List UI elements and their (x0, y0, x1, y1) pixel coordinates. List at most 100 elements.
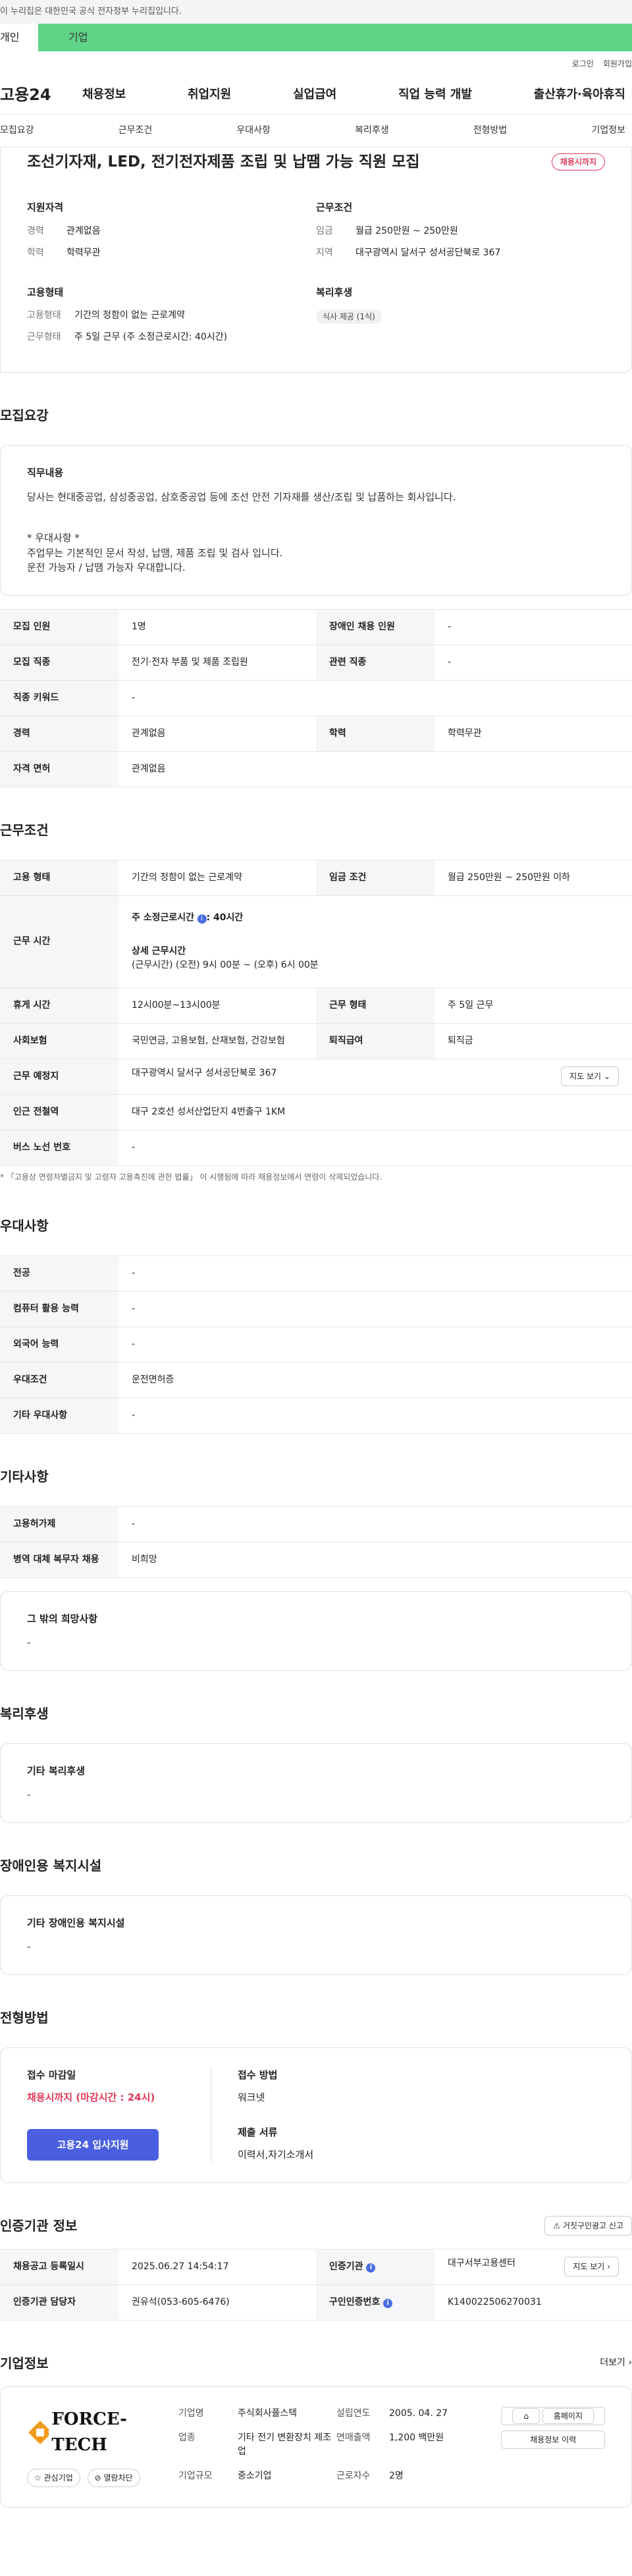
tab-recruit[interactable]: 모집요강 (0, 124, 34, 138)
corp-info: 기업명 주식회사플스텍 설립연도 2005. 04. 27 업종 기타 전기 변환장치 … (178, 2407, 448, 2481)
table-cell: - (118, 1291, 632, 1327)
duty-heading: 직무내용 (27, 467, 64, 479)
table-header: 장애인 채용 인원 (316, 609, 434, 645)
alert-icon: ⚠ (553, 2221, 561, 2230)
gov-banner: 이 누리집은 대한민국 공식 전자정부 누리집입니다. (0, 0, 632, 24)
info-icon[interactable]: i (383, 2298, 393, 2308)
table-row: 모집 직종 전기·전자 부품 및 제품 조립원 관련 직종 - (0, 644, 632, 681)
block-button[interactable]: ⊘ 열람차단 (87, 2468, 140, 2487)
report-button[interactable]: ⚠ 거짓구인광고 신고 (544, 2215, 632, 2236)
table-header: 외국어 능력 (0, 1327, 118, 1363)
hours-detail: (근무시간) (오전) 9시 00분 ~ (오후) 6시 00분 (132, 959, 319, 970)
table-header: 모집 인원 (0, 609, 118, 645)
table-row: 버스 노선 번호 - (0, 1130, 632, 1166)
nav-leave[interactable]: 출산휴가·육아휴직 (534, 86, 625, 103)
table-cell: - (434, 609, 632, 645)
map-button[interactable]: 지도 보기 ⌄ (561, 1066, 619, 1086)
deadline-value: 채용시까지 (마감시간 : 24시) (27, 2091, 155, 2103)
signup-link[interactable]: 회원가입 (603, 58, 632, 75)
qual-value: 학력무관 (66, 247, 101, 258)
detail-button[interactable]: 지도 보기 › (564, 2257, 619, 2276)
nav-unemployment[interactable]: 실업급여 (293, 86, 336, 103)
welfare-heading: 복리후생 (316, 286, 353, 298)
nav-jobs[interactable]: 채용정보 (82, 86, 126, 103)
table-cell: 대구 2호선 성서산업단지 4번출구 1KM (118, 1094, 632, 1130)
docs-value: 이력서,자기소개서 (238, 2149, 314, 2161)
table-cell: 권유석(053-605-6476) (118, 2284, 316, 2321)
table-cell: 12시00분~13시00분 (118, 987, 316, 1024)
login-link[interactable]: 로그인 (572, 58, 594, 75)
table-cell: - (434, 644, 632, 681)
duty-box: 직무내용 당사는 현대중공업, 삼성중공업, 삼호중공업 등에 조선 안전 기자… (0, 445, 632, 596)
info-icon[interactable]: i (366, 2263, 376, 2273)
table-cell: 대구광역시 달서구 성서공단북로 367 지도 보기 ⌄ (118, 1059, 632, 1095)
homepage-button[interactable]: ⌂ 홈페이지 (501, 2406, 605, 2425)
table-cell: 퇴직금 (434, 1023, 632, 1059)
disabled-box-value: - (27, 1941, 31, 1953)
table-header: 컴퓨터 활용 능력 (0, 1291, 118, 1327)
chevron-right-icon: › (607, 2262, 610, 2271)
table-row: 병역 대체 복무자 채용 비희망 (0, 1542, 632, 1578)
pref-table: 전공 - 컴퓨터 활용 능력 - 외국어 능력 - 우대조건 운전면허증 기타 우대사항… (0, 1255, 632, 1434)
table-row: 컴퓨터 활용 능력 - (0, 1291, 632, 1327)
etc-title: 기타사항 (0, 1468, 49, 1485)
tab-selection[interactable]: 전형방법 (473, 124, 508, 138)
welfare-box-heading: 기타 복리후생 (27, 1764, 86, 1777)
emp-value: 주 5일 근무 (주 소정근로시간: 40시간) (74, 332, 228, 342)
recruit-table: 모집 인원 1명 장애인 채용 인원 - 모집 직종 전기·전자 부품 및 제품 조립원… (0, 608, 632, 787)
welfare-box-value: - (27, 1789, 31, 1801)
tab-preference[interactable]: 우대사항 (236, 124, 271, 138)
apply-button[interactable]: 고용24 입사지원 (27, 2128, 159, 2161)
table-header: 학력 (316, 716, 434, 752)
job-summary-card: 조선기자재, LED, 전기전자제품 조립 및 납땜 가능 직원 모집 채용시까… (0, 147, 632, 373)
qual-key: 경력 (27, 225, 44, 236)
home-icon: ⌂ (512, 2407, 540, 2424)
hours-detail-label: 상세 근무시간 (132, 945, 186, 957)
tab-welfare[interactable]: 복리후생 (355, 124, 389, 138)
duty-text: 운전 가능자 / 납땜 가능자 우대합니다. (27, 562, 186, 573)
table-row: 인증기관 담당자 권유석(053-605-6476) 구인인증번호 i K140022… (0, 2284, 632, 2321)
tab-company-info[interactable]: 기업정보 (591, 124, 625, 138)
table-header: 버스 노선 번호 (0, 1130, 118, 1166)
star-icon: ☆ (34, 2473, 41, 2483)
address: 대구광역시 달서구 성서공단북로 367 (132, 1068, 277, 1078)
cond-key: 지역 (316, 247, 333, 258)
table-header: 관련 직종 (316, 644, 434, 681)
company-logo-text: FORCE-TECH (51, 2409, 127, 2455)
table-row: 근무 예정지 대구광역시 달서구 성서공단북로 367 지도 보기 ⌄ (0, 1059, 632, 1095)
qual-heading: 지원자격 (27, 201, 64, 213)
cert-table: 채용공고 등록일시 2025.06.27 14:54:17 인증기관 i 대구서부고용… (0, 2248, 632, 2321)
table-header: 직종 키워드 (0, 680, 118, 716)
emp-key: 고용형태 (27, 310, 61, 321)
table-header: 모집 직종 (0, 644, 118, 681)
table-header: 휴게 시간 (0, 987, 118, 1024)
emp-heading: 고용형태 (27, 286, 64, 298)
user-type-tabs: 개인 기업 (0, 24, 632, 51)
tab-company[interactable]: 기업 (38, 24, 632, 51)
company-logo-mark-icon (28, 2420, 49, 2444)
nav-employment-support[interactable]: 취업지원 (188, 86, 231, 103)
method-value: 워크넷 (238, 2091, 265, 2103)
table-header: 인증기관 i (316, 2249, 434, 2285)
work-table: 고용 형태 기간의 정함이 없는 근로계약 임금 조건 월급 250만원 ~ 250만… (0, 859, 632, 1166)
favorite-button[interactable]: ☆ 관심기업 (27, 2468, 80, 2487)
table-cell: - (118, 1506, 632, 1542)
disabled-title: 장애인용 복지시설 (0, 1857, 102, 1874)
tab-personal[interactable]: 개인 (0, 24, 38, 51)
table-row: 전공 - (0, 1255, 632, 1292)
history-button[interactable]: 채용정보 이력 (501, 2430, 605, 2449)
site-logo[interactable]: 고용24 (0, 83, 82, 107)
table-row: 직종 키워드 - (0, 680, 632, 716)
more-link[interactable]: 더보기 › (600, 2356, 632, 2370)
disabled-box: 기타 장애인용 복지시설 - (0, 1895, 632, 1975)
tab-conditions[interactable]: 근무조건 (118, 124, 153, 138)
table-cell: 대구서부고용센터 지도 보기 › (434, 2249, 632, 2285)
pref-title: 우대사항 (0, 1217, 49, 1234)
company-logo: FORCE-TECH (27, 2407, 159, 2458)
info-icon[interactable]: i (197, 914, 207, 924)
emp-value: 기간의 정함이 없는 근로계약 (74, 310, 185, 321)
nav-training[interactable]: 직업 능력 개발 (398, 86, 472, 103)
table-cell: - (118, 1398, 632, 1434)
chevron-right-icon: › (628, 2357, 632, 2368)
duty-text: 당사는 현대중공업, 삼성중공업, 삼호중공업 등에 조선 안전 기자재를 생산… (27, 490, 456, 503)
